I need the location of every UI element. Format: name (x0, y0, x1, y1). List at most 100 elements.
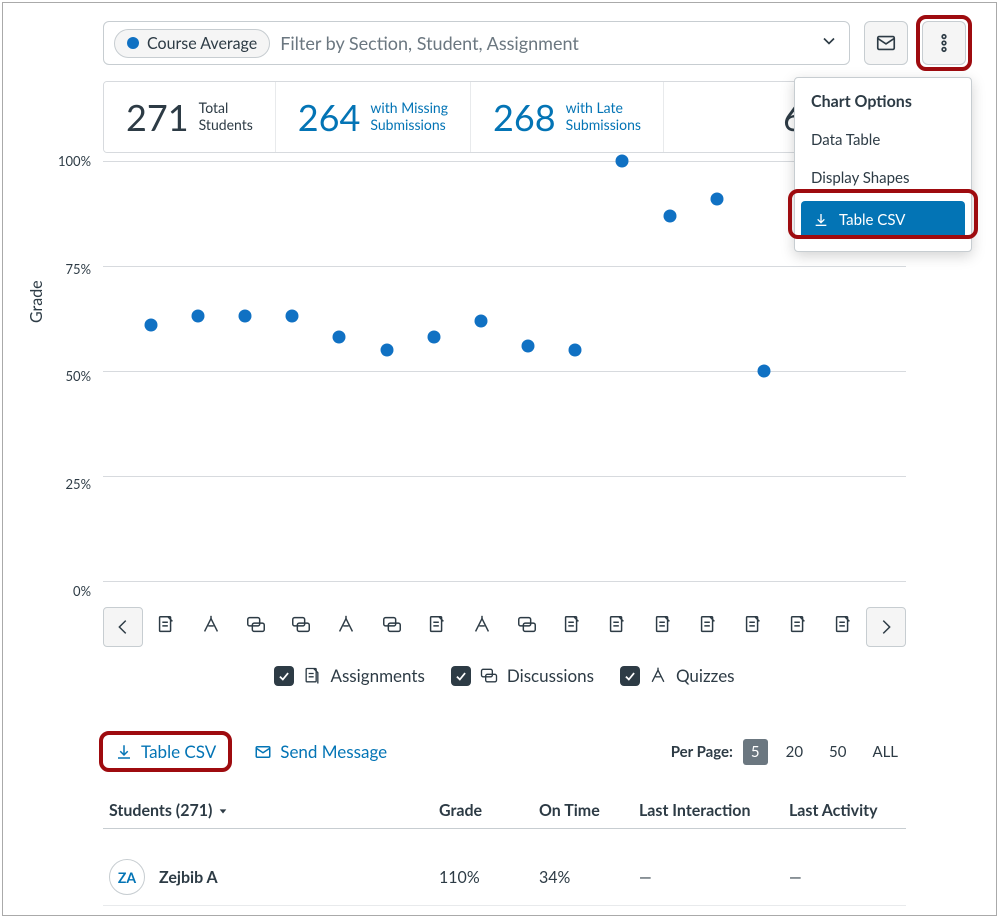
check-assignments[interactable]: Assignments (274, 665, 424, 686)
assignment-icon (426, 614, 448, 636)
quiz-icon (200, 614, 222, 636)
data-point[interactable] (427, 331, 440, 344)
x-tick-icon[interactable] (245, 614, 267, 640)
x-tick-icon[interactable] (832, 614, 854, 640)
col-label: Students (271) (109, 801, 212, 820)
chevron-down-icon[interactable] (819, 31, 839, 55)
assignment-icon (697, 614, 719, 636)
data-point[interactable] (239, 310, 252, 323)
assignment-icon (155, 614, 177, 636)
quiz-icon (648, 666, 668, 686)
stat-total-students: 271 TotalStudents (104, 82, 276, 152)
data-point[interactable] (286, 310, 299, 323)
message-button[interactable] (864, 21, 908, 65)
x-tick-icon[interactable] (787, 614, 809, 640)
x-tick-icon[interactable] (516, 614, 538, 640)
filter-bar[interactable]: Course Average Filter by Section, Studen… (103, 21, 850, 65)
per-page-control: Per Page: 5 20 50 ALL (671, 739, 906, 765)
data-point[interactable] (616, 155, 629, 168)
col-last-activity[interactable]: Last Activity (789, 801, 899, 820)
stat-late[interactable]: 268 with LateSubmissions (471, 82, 664, 152)
assignment-icon (787, 614, 809, 636)
discussion-icon (381, 614, 403, 636)
per-page-all[interactable]: ALL (864, 739, 906, 765)
col-grade[interactable]: Grade (439, 801, 539, 820)
stat-label: Submissions (370, 116, 445, 133)
col-ontime[interactable]: On Time (539, 801, 639, 820)
stat-label: Students (199, 116, 253, 133)
data-point[interactable] (191, 310, 204, 323)
gridlines (103, 161, 906, 581)
cell-last-interaction: — (639, 868, 789, 887)
table-row[interactable]: ZA Zejbib A 110% 34% — — (103, 849, 906, 906)
x-tick-icon[interactable] (697, 614, 719, 640)
x-tick-icon[interactable] (200, 614, 222, 640)
col-label: Last Interaction (639, 801, 750, 820)
per-page-50[interactable]: 50 (821, 739, 854, 765)
legend-label: Assignments (330, 665, 424, 686)
tick: 100% (58, 153, 91, 169)
assignment-icon (302, 666, 322, 686)
discussion-icon (245, 614, 267, 636)
data-point[interactable] (522, 339, 535, 352)
discussion-icon (516, 614, 538, 636)
data-point[interactable] (380, 344, 393, 357)
cell-last-activity: — (789, 868, 899, 887)
assignment-icon (606, 614, 628, 636)
student-name: Zejbib A (159, 868, 218, 887)
col-students[interactable]: Students (271) (109, 801, 439, 820)
more-options-button[interactable] (922, 21, 966, 65)
quiz-icon (335, 614, 357, 636)
x-tick-icon[interactable] (381, 614, 403, 640)
download-table-csv-link[interactable]: Table CSV (103, 735, 228, 768)
col-label: Last Activity (789, 801, 878, 820)
legend-label: Quizzes (676, 665, 735, 686)
legend-checks: Assignments Discussions Quizzes (103, 665, 906, 686)
check-quizzes[interactable]: Quizzes (620, 665, 735, 686)
scroll-left-button[interactable] (103, 607, 143, 647)
chart-options-menu: Chart Options Data Table Display Shapes … (794, 77, 972, 252)
filter-placeholder: Filter by Section, Student, Assignment (280, 32, 579, 54)
stat-number: 271 (126, 95, 189, 139)
data-point[interactable] (333, 331, 346, 344)
stat-label: with Late (566, 99, 623, 116)
data-point[interactable] (144, 318, 157, 331)
data-point[interactable] (757, 365, 770, 378)
stat-missing[interactable]: 264 with MissingSubmissions (276, 82, 471, 152)
data-point[interactable] (710, 192, 723, 205)
mail-icon (254, 743, 272, 761)
data-point[interactable] (569, 344, 582, 357)
link-label: Send Message (280, 741, 387, 762)
per-page-20[interactable]: 20 (778, 739, 811, 765)
cell-grade: 110% (439, 868, 539, 887)
chip-dot-icon (127, 37, 139, 49)
data-point[interactable] (474, 314, 487, 327)
x-tick-icon[interactable] (426, 614, 448, 640)
menu-title: Chart Options (795, 86, 971, 121)
assignment-icon (832, 614, 854, 636)
y-axis-label: Grade (27, 280, 46, 323)
x-tick-icon[interactable] (561, 614, 583, 640)
x-tick-icon[interactable] (471, 614, 493, 640)
x-tick-icon[interactable] (290, 614, 312, 640)
check-discussions[interactable]: Discussions (451, 665, 594, 686)
x-tick-icon[interactable] (606, 614, 628, 640)
discussion-icon (290, 614, 312, 636)
menu-table-csv[interactable]: Table CSV (801, 201, 965, 239)
menu-display-shapes[interactable]: Display Shapes (795, 159, 971, 197)
x-tick-icon[interactable] (652, 614, 674, 640)
x-tick-icon[interactable] (335, 614, 357, 640)
menu-data-table[interactable]: Data Table (795, 121, 971, 159)
col-last-interaction[interactable]: Last Interaction (639, 801, 789, 820)
assignment-icon (652, 614, 674, 636)
menu-item-label: Table CSV (839, 211, 905, 229)
stats-bar: 271 TotalStudents 264 with MissingSubmis… (103, 81, 906, 153)
send-message-link[interactable]: Send Message (242, 735, 399, 768)
filter-chip-course-average[interactable]: Course Average (114, 29, 270, 58)
per-page-5[interactable]: 5 (743, 739, 768, 765)
x-tick-icon[interactable] (155, 614, 177, 640)
scroll-right-button[interactable] (866, 607, 906, 647)
chip-label: Course Average (147, 34, 257, 53)
data-point[interactable] (663, 209, 676, 222)
x-tick-icon[interactable] (742, 614, 764, 640)
